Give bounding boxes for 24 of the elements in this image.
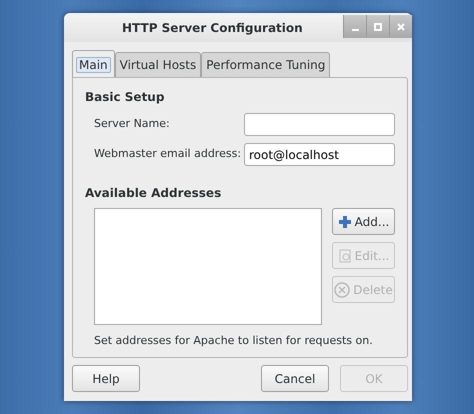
close-button[interactable] [389,15,412,38]
maximize-button[interactable] [366,15,389,38]
maximize-icon [374,22,382,30]
tab[interactable]: Main [72,50,115,77]
add-button[interactable]: Add... [332,208,395,235]
tab[interactable]: Performance Tuning [201,52,330,77]
close-icon [397,22,405,30]
section-heading: Basic Setup [85,89,166,106]
input-field[interactable]: root@localhost [244,143,395,166]
address-list[interactable] [94,208,322,325]
plus-icon [338,214,352,228]
field-label: Webmaster email address: [94,146,242,162]
tab[interactable]: Virtual Hosts [114,52,202,77]
field-label: Server Name: [94,116,170,132]
hint-text: Set addresses for Apache to listen for requests on. [94,333,374,349]
input-field[interactable] [244,113,395,136]
section-heading: Available Addresses [85,185,222,202]
dialog-button[interactable]: Cancel [261,365,329,392]
delete-icon [334,282,350,298]
dialog-button[interactable]: Help [72,365,140,392]
window-title: HTTP Server Configuration [122,20,303,36]
minimize-icon [352,28,358,30]
minimize-button[interactable] [343,15,366,38]
document-icon [338,248,352,262]
